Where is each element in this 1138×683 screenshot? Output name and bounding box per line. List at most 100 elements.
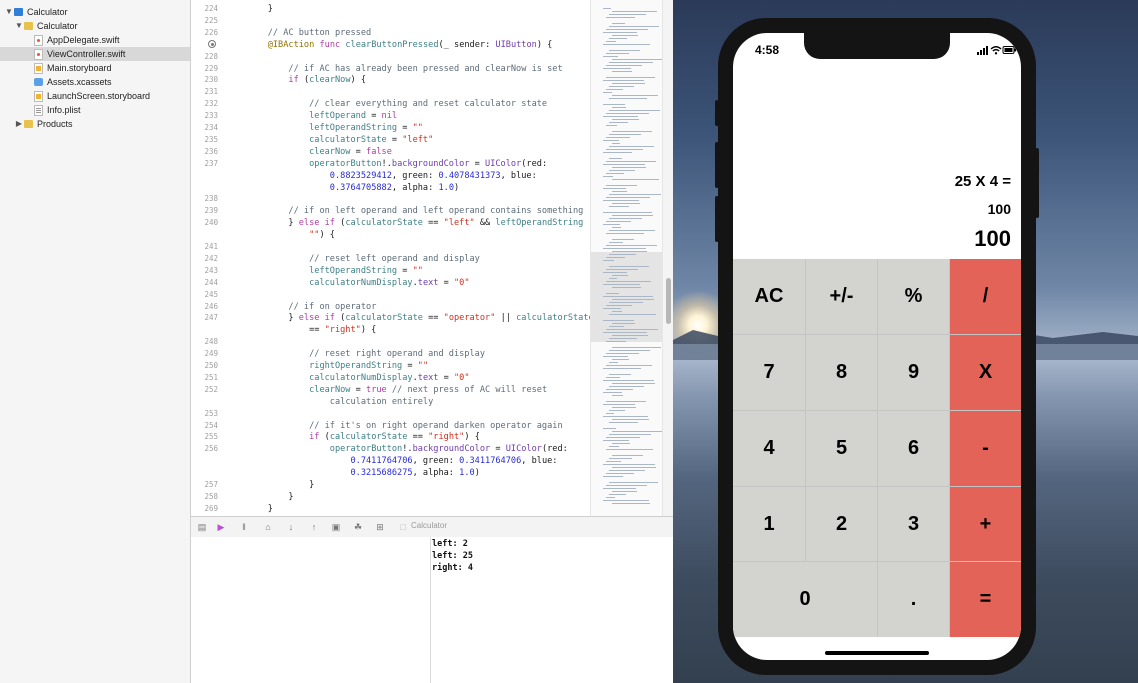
navigator-item[interactable]: Info.plist	[0, 103, 190, 117]
simulator-screen[interactable]: 4:58 25 X 4 = 100 100 AC +/-%/ 7 8 9 X 4 5 6- 1 2 3…	[733, 33, 1021, 660]
key-ac[interactable]: AC	[733, 259, 805, 334]
code-line[interactable]: 258 }	[191, 491, 590, 503]
navigator-item[interactable]: Assets.xcassets	[0, 75, 190, 89]
disclosure-open-icon[interactable]: ▼	[4, 5, 14, 19]
code-line[interactable]: 243 leftOperandString = ""	[191, 265, 590, 277]
code-line[interactable]: 256 operatorButton!.backgroundColor = UI…	[191, 443, 590, 455]
code-line[interactable]: 235 calculatorState = "left"	[191, 134, 590, 146]
console-output[interactable]: left: 2 left: 25 right: 4	[431, 537, 673, 683]
key-1[interactable]: 1	[733, 487, 805, 561]
key-decimal[interactable]: .	[878, 562, 949, 637]
simulate-location-icon[interactable]: ⊞	[375, 522, 385, 532]
code-line[interactable]: 0.3215686275, alpha: 1.0)	[191, 467, 590, 479]
code-line[interactable]: 253	[191, 408, 590, 420]
code-line[interactable]: 245	[191, 289, 590, 301]
key-plus-minus[interactable]: +/-	[806, 259, 877, 334]
disclosure-open-icon[interactable]: ▼	[14, 19, 24, 33]
variables-view[interactable]	[191, 537, 431, 683]
key-multiply[interactable]: X	[950, 335, 1021, 410]
pause-icon[interactable]: ‖	[239, 522, 249, 532]
key-percent[interactable]: %	[878, 259, 949, 334]
code-line[interactable]: 234 leftOperandString = ""	[191, 122, 590, 134]
navigator-item[interactable]: LaunchScreen.storyboard	[0, 89, 190, 103]
code-line[interactable]: 238	[191, 193, 590, 205]
code-line[interactable]: 237 operatorButton!.backgroundColor = UI…	[191, 158, 590, 170]
minimap-line	[612, 227, 621, 228]
navigator-item[interactable]: ▼ Calculator	[0, 19, 190, 33]
navigator-item[interactable]: AppDelegate.swift	[0, 33, 190, 47]
minimap-line	[606, 401, 646, 402]
code-editor[interactable]: 224 } 225 226 // AC button pressed @IBActi…	[191, 0, 590, 516]
scrollbar-thumb[interactable]	[666, 278, 671, 324]
code-line[interactable]: 246 // if on operator	[191, 301, 590, 313]
navigator-item[interactable]: ▶ Products	[0, 117, 190, 131]
code-line[interactable]: 244 calculatorNumDisplay.text = "0"	[191, 277, 590, 289]
minimap[interactable]	[590, 0, 663, 516]
code-line[interactable]: 257 }	[191, 479, 590, 491]
navigator-item[interactable]: ViewController.swift	[0, 47, 190, 61]
code-line[interactable]: 224 }	[191, 3, 590, 15]
code-line[interactable]: 233 leftOperand = nil	[191, 110, 590, 122]
key-6[interactable]: 6	[878, 411, 949, 486]
minimap-line	[609, 110, 660, 111]
key-7[interactable]: 7	[733, 335, 805, 410]
code-line[interactable]: 0.7411764706, green: 0.3411764706, blue:	[191, 455, 590, 467]
code-line[interactable]: 252 clearNow = true // next press of AC …	[191, 384, 590, 396]
minimap-line	[612, 323, 635, 324]
navigator-item[interactable]: ▼ Calculator	[0, 5, 190, 19]
code-line[interactable]: 239 // if on left operand and left opera…	[191, 205, 590, 217]
code-line[interactable]: calculation entirely	[191, 396, 590, 408]
debug-area-toggle-icon[interactable]: ▤	[197, 522, 207, 532]
code-line[interactable]: 241	[191, 241, 590, 253]
key-9[interactable]: 9	[878, 335, 949, 410]
code-line[interactable]: 229 // if AC has already been pressed an…	[191, 63, 590, 75]
step-into-icon[interactable]: ↓	[286, 522, 296, 532]
code-line[interactable]: 232 // clear everything and reset calcul…	[191, 98, 590, 110]
key-8[interactable]: 8	[806, 335, 877, 410]
code-line[interactable]: 231	[191, 86, 590, 98]
code-line[interactable]: == "right") {	[191, 324, 590, 336]
key-subtract[interactable]: -	[950, 411, 1021, 486]
code-line[interactable]: 0.3764705882, alpha: 1.0)	[191, 182, 590, 194]
code-line[interactable]: 269 }	[191, 503, 590, 515]
code-line[interactable]: 242 // reset left operand and display	[191, 253, 590, 265]
view-debugger-icon[interactable]: ▣	[331, 522, 341, 532]
breakpoints-toggle-icon[interactable]: ▶	[216, 522, 226, 532]
key-4[interactable]: 4	[733, 411, 805, 486]
minimap-line	[603, 392, 622, 393]
key-0[interactable]: 0	[733, 562, 877, 637]
code-line[interactable]: 225	[191, 15, 590, 27]
code-line[interactable]: 251 calculatorNumDisplay.text = "0"	[191, 372, 590, 384]
key-divide[interactable]: /	[950, 259, 1021, 334]
home-indicator[interactable]	[825, 651, 929, 655]
disclosure-closed-icon[interactable]: ▶	[14, 117, 24, 131]
navigator-item[interactable]: Main.storyboard	[0, 61, 190, 75]
code-line[interactable]: 230 if (clearNow) {	[191, 74, 590, 86]
line-number: 228	[204, 51, 218, 61]
memory-graph-icon[interactable]: ☘	[353, 522, 363, 532]
code-line[interactable]: 240 } else if (calculatorState == "left"…	[191, 217, 590, 229]
key-equals[interactable]: =	[950, 562, 1021, 637]
key-3[interactable]: 3	[878, 487, 949, 561]
code-line[interactable]: 226 // AC button pressed	[191, 27, 590, 39]
code-line[interactable]: 0.8823529412, green: 0.4078431373, blue:	[191, 170, 590, 182]
code-line[interactable]: @IBAction func clearButtonPressed(_ send…	[191, 39, 590, 51]
step-out-icon[interactable]: ↑	[309, 522, 319, 532]
code-line[interactable]: 236 clearNow = false	[191, 146, 590, 158]
step-over-icon[interactable]: ⌂	[263, 522, 273, 532]
code-line[interactable]: 248	[191, 336, 590, 348]
minimap-line	[612, 311, 622, 312]
code-line[interactable]: 250 rightOperandString = ""	[191, 360, 590, 372]
key-2[interactable]: 2	[806, 487, 877, 561]
code-line[interactable]: 228	[191, 51, 590, 63]
code-line[interactable]: 255 if (calculatorState == "right") {	[191, 431, 590, 443]
code-line[interactable]: "") {	[191, 229, 590, 241]
code-line[interactable]: 247 } else if (calculatorState == "opera…	[191, 312, 590, 324]
key-add[interactable]: +	[950, 487, 1021, 561]
code-line[interactable]: 254 // if it's on right operand darken o…	[191, 420, 590, 432]
minimap-line	[609, 470, 645, 471]
code-text: // if AC has already been pressed and cl…	[288, 63, 563, 74]
code-line[interactable]: 249 // reset right operand and display	[191, 348, 590, 360]
line-number: 247	[204, 313, 218, 323]
key-5[interactable]: 5	[806, 411, 877, 486]
